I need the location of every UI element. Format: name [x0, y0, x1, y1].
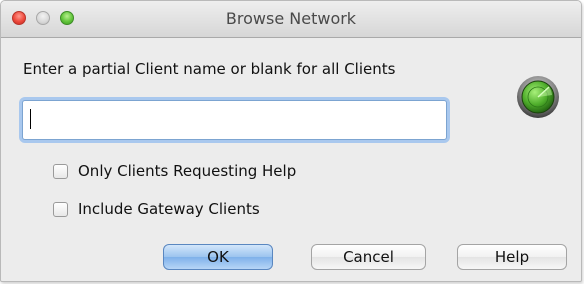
- title-bar: Browse Network: [1, 1, 581, 38]
- include-gateway-clients-label: Include Gateway Clients: [78, 200, 260, 218]
- only-clients-requesting-help-label: Only Clients Requesting Help: [78, 162, 297, 180]
- include-gateway-clients-checkbox[interactable]: Include Gateway Clients: [53, 199, 260, 219]
- checkbox-box[interactable]: [53, 201, 68, 217]
- window-title: Browse Network: [225, 9, 357, 28]
- only-clients-requesting-help-checkbox[interactable]: Only Clients Requesting Help: [53, 161, 296, 181]
- checkbox-box[interactable]: [53, 163, 68, 179]
- help-button[interactable]: Help: [457, 244, 567, 270]
- client-name-prompt: Enter a partial Client name or blank for…: [23, 60, 396, 78]
- text-cursor: [30, 109, 31, 129]
- radar-icon: [517, 76, 559, 118]
- browse-network-dialog: Browse Network Enter a partial Client na…: [0, 0, 582, 282]
- cancel-button[interactable]: Cancel: [311, 244, 426, 270]
- ok-button[interactable]: OK: [163, 244, 273, 270]
- client-name-input[interactable]: [22, 100, 447, 140]
